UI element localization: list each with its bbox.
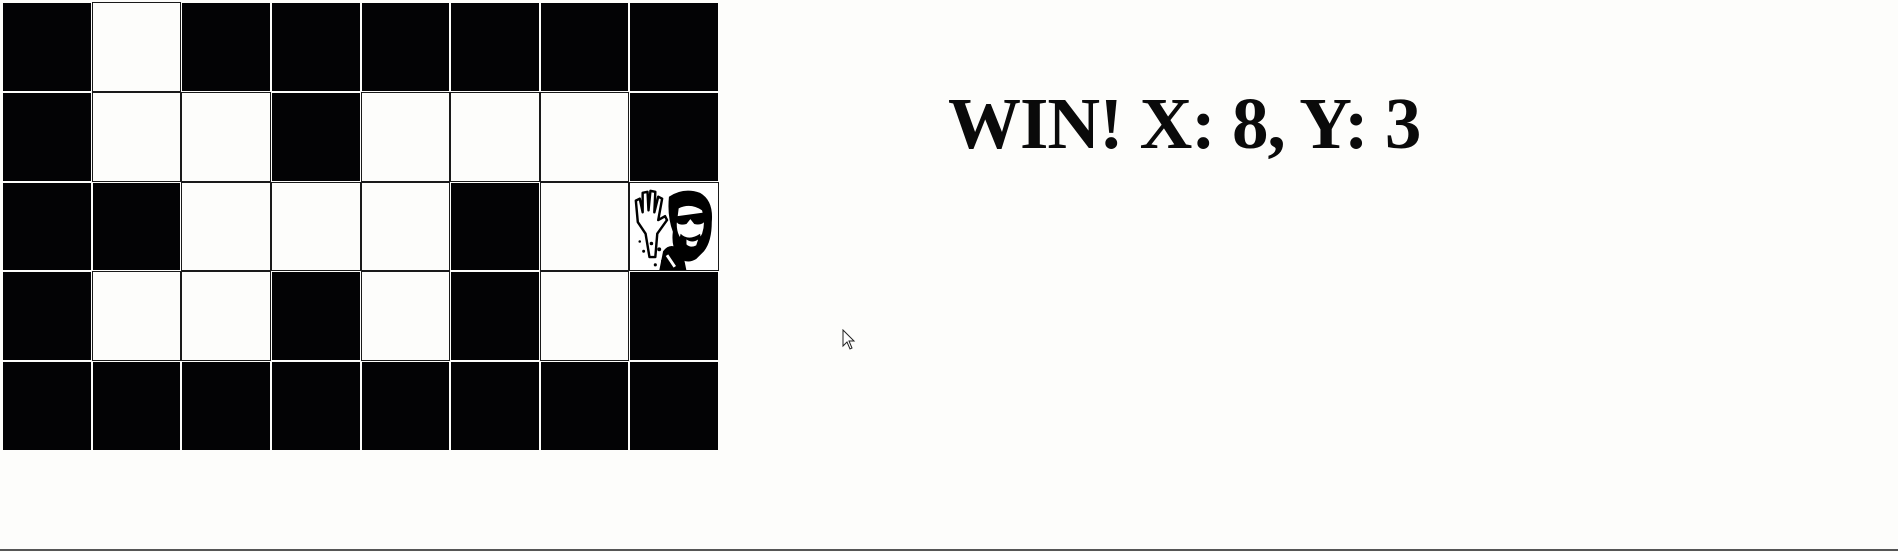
wall-cell — [450, 2, 540, 92]
wall-cell — [270, 361, 361, 451]
wall-cell — [2, 91, 92, 182]
wall-cell — [2, 2, 92, 92]
maze-grid — [2, 2, 719, 451]
open-cell — [360, 271, 451, 362]
open-cell — [181, 271, 271, 362]
open-cell — [539, 271, 630, 362]
open-cell — [181, 91, 271, 182]
wall-cell — [270, 2, 361, 92]
wall-cell — [629, 361, 719, 451]
wall-cell — [270, 271, 361, 362]
wall-cell — [539, 361, 630, 451]
open-cell — [91, 91, 182, 182]
wall-cell — [360, 2, 451, 92]
wall-cell — [629, 2, 719, 92]
wall-cell — [629, 91, 719, 182]
wall-cell — [270, 91, 361, 182]
open-cell — [360, 181, 451, 272]
wall-cell — [629, 271, 719, 362]
wall-cell — [2, 271, 92, 362]
game-screen: WIN! X: 8, Y: 3 — [0, 0, 1898, 552]
open-cell — [91, 271, 182, 362]
wall-cell — [360, 361, 451, 451]
wall-cell — [2, 361, 92, 451]
open-cell — [360, 91, 451, 182]
wall-cell — [181, 361, 271, 451]
player-cell — [629, 181, 719, 272]
wall-cell — [2, 181, 92, 272]
open-cell — [450, 91, 540, 182]
wall-cell — [450, 271, 540, 362]
open-cell — [91, 2, 182, 92]
win-status-text: WIN! X: 8, Y: 3 — [948, 83, 1421, 164]
mouse-cursor-icon — [842, 329, 856, 350]
waving-man-with-sunglasses-icon — [630, 182, 718, 271]
wall-cell — [91, 361, 182, 451]
open-cell — [539, 181, 630, 272]
wall-cell — [539, 2, 630, 92]
bottom-border — [0, 549, 1898, 551]
open-cell — [181, 181, 271, 272]
open-cell — [539, 91, 630, 182]
wall-cell — [450, 361, 540, 451]
wall-cell — [91, 181, 182, 272]
wall-cell — [450, 181, 540, 272]
wall-cell — [181, 2, 271, 92]
open-cell — [270, 181, 361, 272]
